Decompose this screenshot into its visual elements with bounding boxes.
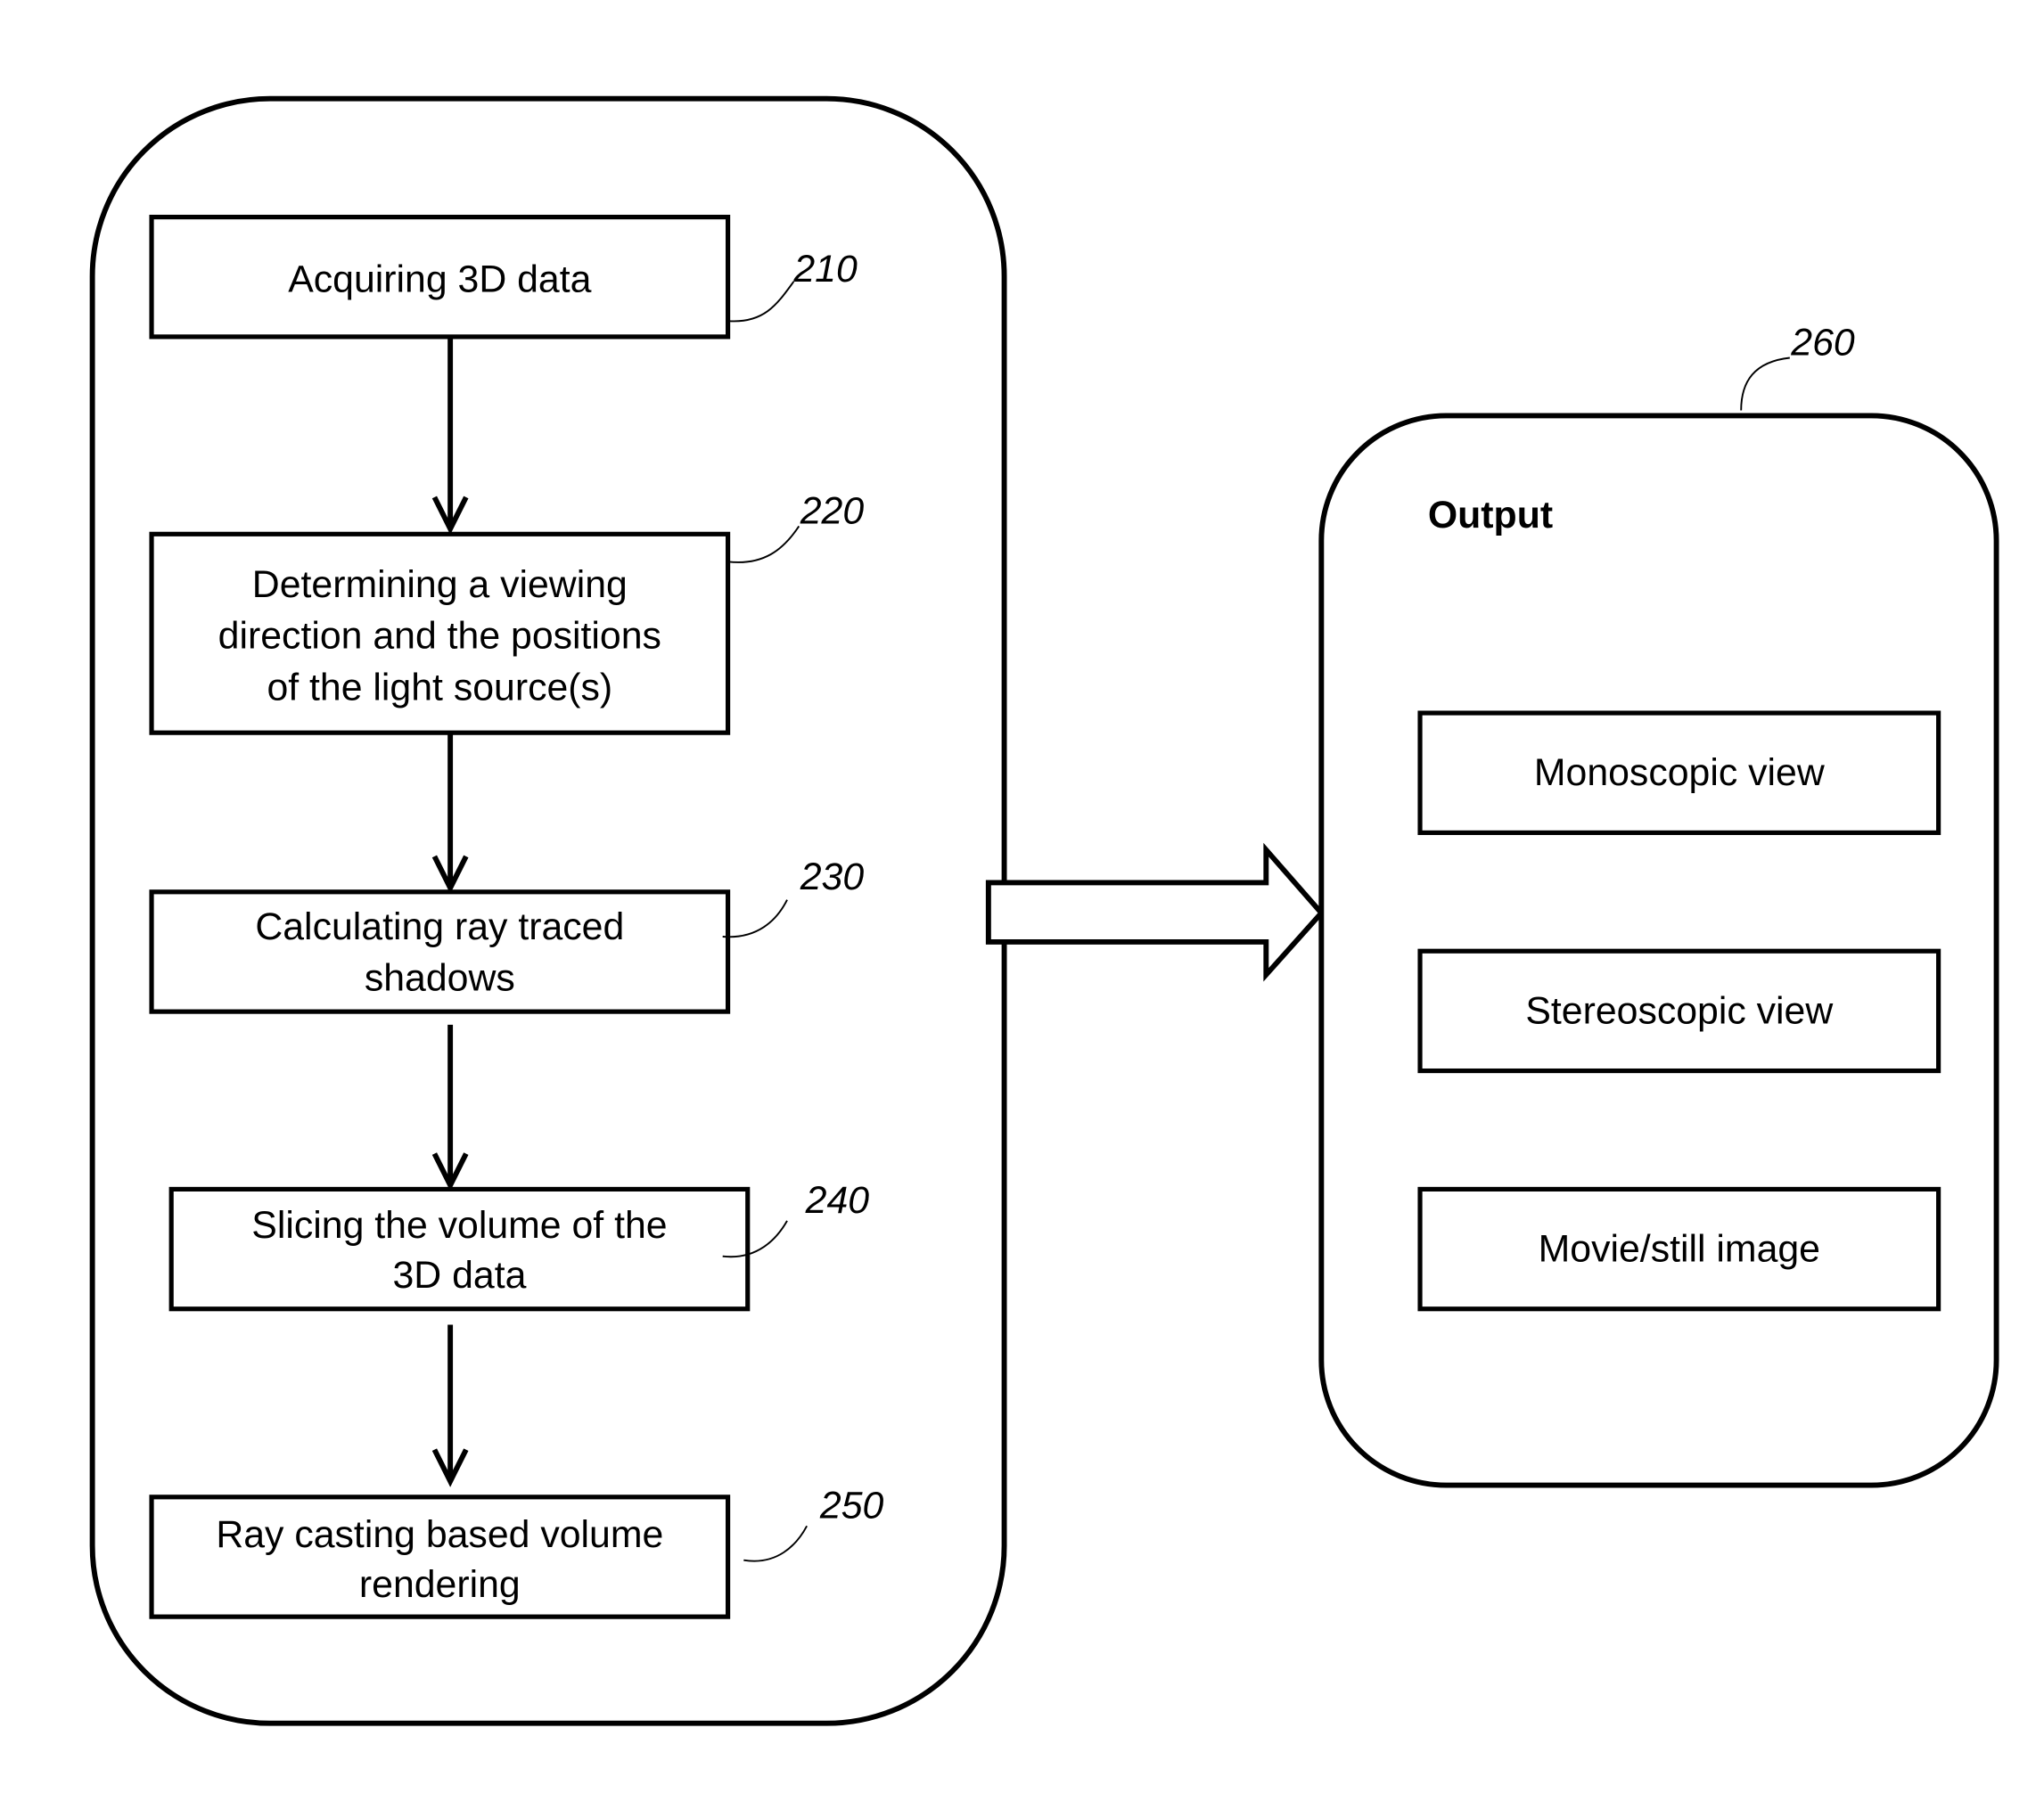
ref-number: 220 <box>800 489 865 532</box>
ref-number: 240 <box>805 1179 870 1222</box>
step-label: Acquiring 3D data <box>288 258 591 301</box>
flowchart-diagram: Acquiring 3D data 210 Determining a view… <box>89 95 1999 1726</box>
ref-number: 210 <box>792 248 858 291</box>
step-label: Slicing the volume of the <box>251 1204 667 1247</box>
ref-number: 250 <box>819 1484 884 1527</box>
output-panel: 260 Output Monoscopic view Stereoscopic … <box>1318 322 1999 1488</box>
output-item-monoscopic: Monoscopic view <box>1534 751 1826 794</box>
step-label: 3D data <box>393 1254 527 1297</box>
ref-number: 260 <box>1790 322 1855 364</box>
ref-number: 230 <box>800 856 865 898</box>
output-item-movie-still: Movie/still image <box>1539 1228 1820 1271</box>
step-label: direction and the positions <box>218 615 661 658</box>
step-label: shadows <box>365 957 515 1000</box>
step-label: Ray casting based volume <box>216 1513 663 1556</box>
output-item-stereoscopic: Stereoscopic view <box>1525 989 1834 1032</box>
output-title: Output <box>1428 494 1553 536</box>
step-label: Calculating ray traced <box>255 905 624 948</box>
leader-line <box>1740 356 1790 411</box>
step-label: rendering <box>359 1563 521 1606</box>
step-label: of the light source(s) <box>267 666 612 708</box>
output-arrow <box>985 842 1326 982</box>
step-label: Determining a viewing <box>252 563 628 606</box>
